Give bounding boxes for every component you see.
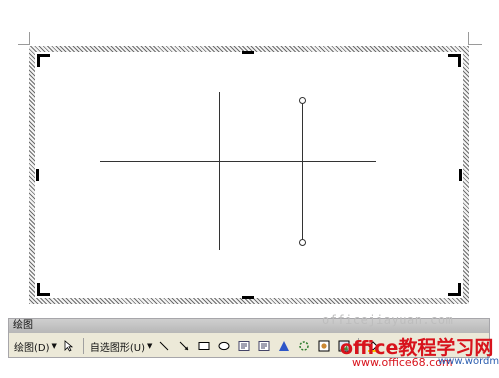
- canvas-handle-top-left[interactable]: [37, 54, 50, 67]
- canvas-handle-bottom-left[interactable]: [37, 283, 50, 296]
- horizontal-line[interactable]: [100, 161, 376, 162]
- arrow-icon: [178, 340, 190, 352]
- margin-guide-top-right-h: [468, 44, 482, 45]
- canvas-handle-top[interactable]: [242, 51, 254, 54]
- toolbar-row: 绘图(D) ▼ 自选图形(U) ▼: [9, 335, 383, 357]
- autoshapes-menu-button[interactable]: 自选图形(U) ▼: [88, 337, 155, 355]
- selected-vertical-line[interactable]: [302, 101, 303, 242]
- vertical-textbox-button[interactable]: [254, 337, 274, 355]
- line-icon: [158, 340, 170, 352]
- oval-icon: [218, 340, 230, 352]
- canvas-handle-left[interactable]: [36, 169, 39, 181]
- line-endpoint-handle-top[interactable]: [299, 97, 306, 104]
- drawing-canvas[interactable]: [35, 52, 463, 298]
- canvas-handle-right[interactable]: [459, 169, 462, 181]
- vertical-line[interactable]: [219, 92, 220, 250]
- watermark-site-1: officejiayuan.com: [322, 313, 454, 327]
- oval-button[interactable]: [214, 337, 234, 355]
- clipart-icon: [318, 340, 330, 352]
- autoshapes-label: 自选图形(U): [89, 342, 146, 354]
- drawing-canvas-frame[interactable]: [29, 46, 469, 304]
- draw-menu-label: 绘图(D): [14, 342, 50, 354]
- textbox-button[interactable]: [234, 337, 254, 355]
- dropdown-arrow-icon: ▼: [51, 342, 57, 350]
- select-objects-button[interactable]: [59, 337, 79, 355]
- line-endpoint-handle-bottom[interactable]: [299, 239, 306, 246]
- watermark-site-3: www.wordm: [438, 356, 499, 367]
- diagram-button[interactable]: [294, 337, 314, 355]
- margin-guide-top-left-v: [29, 32, 30, 45]
- wordart-button[interactable]: [274, 337, 294, 355]
- textbox-icon: [238, 340, 250, 352]
- line-button[interactable]: [154, 337, 174, 355]
- canvas-handle-bottom[interactable]: [242, 296, 254, 299]
- margin-guide-top-right-v: [468, 32, 469, 45]
- canvas-handle-bottom-right[interactable]: [448, 283, 461, 296]
- toolbar-separator: [82, 338, 84, 354]
- arrow-button[interactable]: [174, 337, 194, 355]
- select-arrow-icon: [63, 340, 75, 352]
- wordart-icon: [278, 340, 290, 352]
- clipart-button[interactable]: [314, 337, 334, 355]
- draw-menu-button[interactable]: 绘图(D) ▼: [12, 337, 59, 355]
- dropdown-arrow-icon: ▼: [147, 342, 153, 350]
- canvas-handle-top-right[interactable]: [448, 54, 461, 67]
- rectangle-icon: [198, 340, 210, 352]
- diagram-icon: [298, 340, 310, 352]
- rectangle-button[interactable]: [194, 337, 214, 355]
- vertical-textbox-icon: [258, 340, 270, 352]
